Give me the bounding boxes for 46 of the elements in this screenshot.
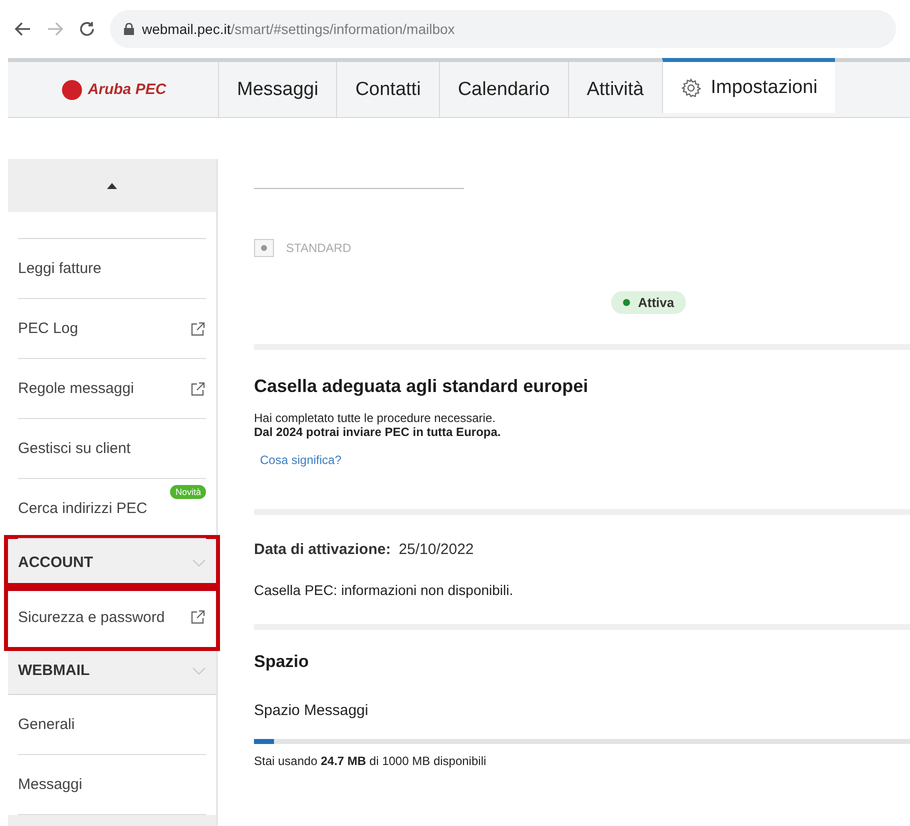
activation-label: Data di attivazione:: [254, 541, 391, 558]
caret-up-icon: [107, 182, 117, 188]
sidebar-item[interactable]: PEC Log: [18, 299, 206, 359]
plan-icon: [254, 239, 274, 257]
sidebar-item-label: Gestisci su client: [18, 440, 131, 457]
sidebar-item[interactable]: Leggi fatture: [18, 239, 206, 299]
logo-icon: [60, 78, 84, 100]
storage-reading: Stai usando 24.7 MB di 1000 MB disponibili: [254, 754, 488, 768]
forward-icon[interactable]: [46, 20, 64, 38]
sidebar-item-label: Cerca indirizzi PEC: [18, 500, 148, 517]
chevron-down-icon: [192, 666, 206, 674]
sidebar-item-label: PEC Log: [18, 320, 78, 337]
lock-icon: [124, 23, 134, 35]
section-heading: Spazio: [254, 652, 310, 672]
sidebar-item-label: Messaggi: [18, 776, 82, 793]
info-text: Hai completato tutte le procedure necessarie.: [254, 411, 496, 425]
section-title: WEBMAIL: [18, 662, 90, 679]
scroll-up-button[interactable]: [8, 159, 216, 212]
mailbox-info-text: Casella PEC: informazioni non disponibili.: [254, 582, 514, 598]
sidebar-item[interactable]: Regole messaggi: [18, 359, 206, 419]
status-pill: Attiva: [611, 291, 686, 314]
new-badge: Novità: [170, 485, 206, 499]
settings-icon: [680, 78, 701, 98]
chevron-down-icon: [192, 558, 206, 566]
sidebar-item-label: Generali: [18, 716, 75, 733]
external-link-icon: [190, 609, 206, 625]
back-icon[interactable]: [14, 20, 32, 38]
address-bar[interactable]: webmail.pec.it/smart/#settings/information/mailbox: [110, 10, 896, 48]
info-text: Dal 2024 potrai inviare PEC in tutta Europa.: [254, 425, 502, 439]
reload-icon[interactable]: [78, 20, 96, 38]
nav-tab[interactable]: Impostazioni: [662, 58, 836, 113]
sidebar-item[interactable]: Generali: [18, 695, 206, 755]
sidebar-item[interactable]: Gestisci su client: [18, 419, 206, 479]
sidebar-item-label: Regole messaggi: [18, 380, 134, 397]
sidebar-item-label: Leggi fatture: [18, 260, 102, 277]
help-link[interactable]: Cosa significa?: [260, 453, 910, 467]
meter-label: Spazio Messaggi: [254, 702, 370, 719]
external-link-icon: [190, 380, 206, 396]
section-title: ACCOUNT: [18, 554, 93, 571]
plan-label: STANDARD: [286, 241, 352, 255]
activation-date: 25/10/2022: [398, 541, 474, 558]
logo-text: Aruba PEC: [88, 81, 166, 98]
external-link-icon: [190, 320, 206, 336]
sidebar-item[interactable]: Sicurezza e password: [8, 587, 216, 647]
section-heading: Casella adeguata agli standard europei: [254, 376, 590, 397]
sidebar-item-label: Sicurezza e password: [18, 608, 165, 626]
